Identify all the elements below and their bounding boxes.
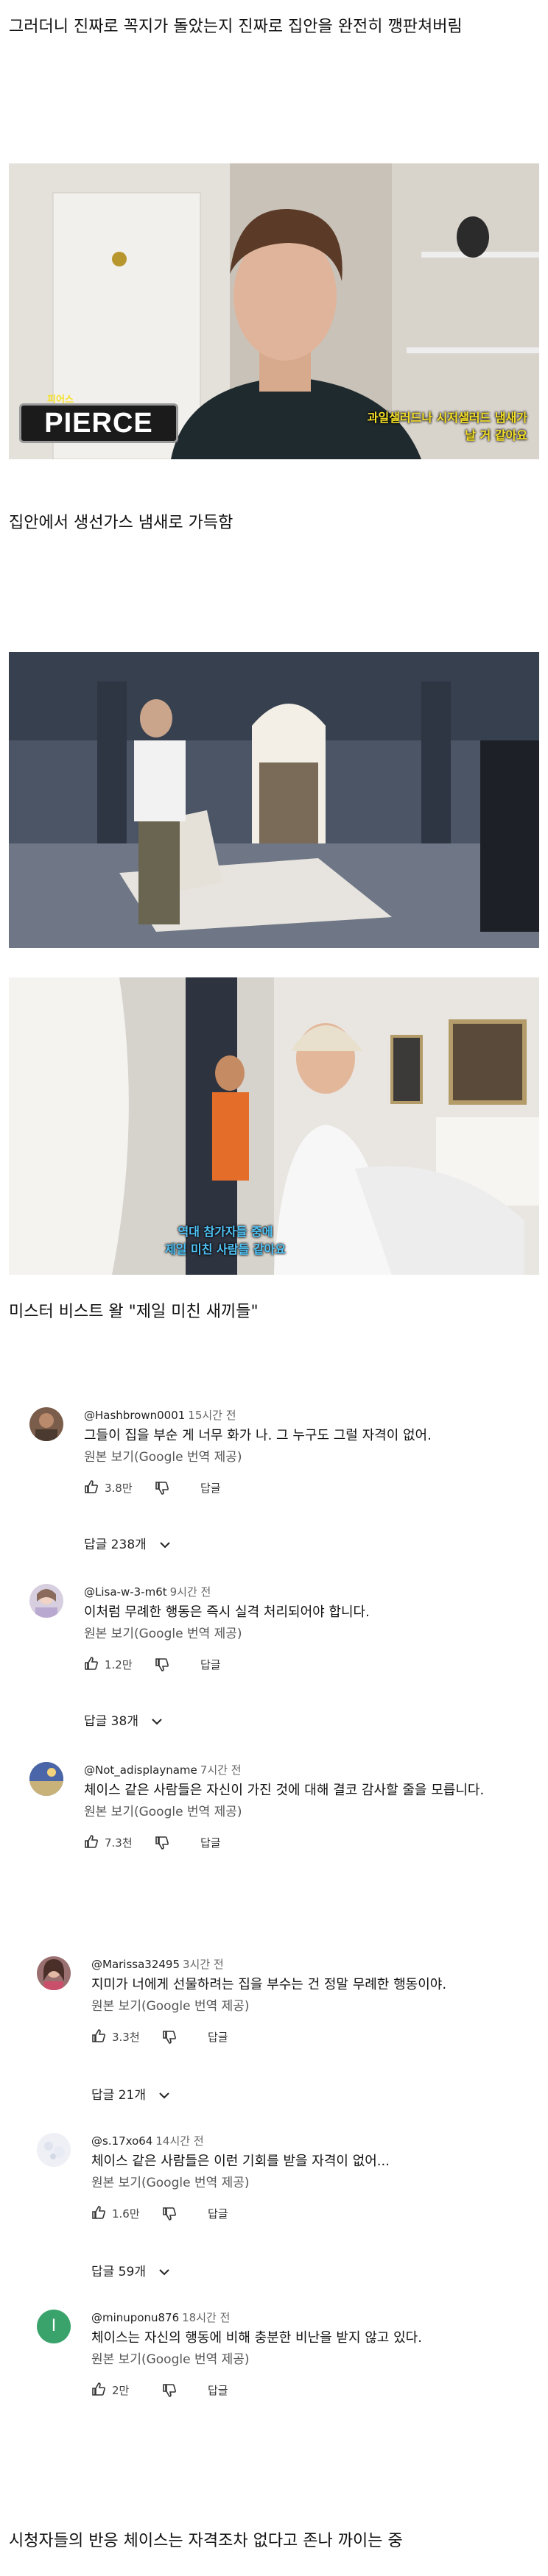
chevron-down-icon <box>160 1542 170 1549</box>
thumbs-up-icon[interactable] <box>84 1834 99 1849</box>
caption-bottom: 시청자들의 반응 체이스는 자격조차 없다고 존나 까이는 중 <box>9 2532 403 2550</box>
avatar[interactable] <box>37 2133 71 2167</box>
comment-actions: 1.2만 답글 <box>84 1650 530 1680</box>
like-count: 7.3천 <box>105 1836 133 1850</box>
replies-count: 답글 238개 <box>84 1538 147 1552</box>
chevron-down-icon <box>152 1719 163 1725</box>
view-original-link[interactable]: 원본 보기(Google 번역 제공) <box>84 1447 530 1468</box>
comment-text: 그들이 집을 부순 게 너무 화가 나. 그 누구도 그럴 자격이 없어. <box>84 1428 432 1443</box>
avatar-letter: I <box>51 2317 57 2335</box>
comment-username[interactable]: @Not_adisplayname <box>84 1763 197 1777</box>
like-count: 1.6만 <box>112 2207 140 2221</box>
thumbs-down-icon[interactable] <box>162 2030 177 2045</box>
replies-count: 답글 59개 <box>91 2265 146 2279</box>
subtitle-line2: 날 거 같아요 <box>465 428 527 442</box>
view-original-link[interactable]: 원본 보기(Google 번역 제공) <box>84 1624 530 1644</box>
thumbs-down-icon[interactable] <box>162 2383 177 2398</box>
comment-username[interactable]: @minuponu876 <box>91 2311 179 2324</box>
reply-button[interactable]: 답글 <box>200 1657 221 1672</box>
view-original-link[interactable]: 원본 보기(Google 번역 제공) <box>91 1996 523 2017</box>
caption-top: 그러더니 진짜로 꼭지가 돌았는지 진짜로 집안을 완전히 깽판쳐버림 <box>9 18 463 36</box>
subtitle-line1: 역대 참가자들 중에 <box>178 1225 273 1239</box>
comment-time: 7시간 전 <box>200 1763 242 1777</box>
comment-text: 체이스 같은 사람들은 이런 기회를 받을 자격이 없어... <box>91 2154 390 2169</box>
comment-actions: 3.3천 답글 <box>91 2023 523 2052</box>
thumbs-down-icon[interactable] <box>155 1657 169 1672</box>
comment-username[interactable]: @Lisa-w-3-m6t <box>84 1585 167 1599</box>
comment: I @minuponu876 18시간 전 체이스는 자신의 행동에 비해 충분한… <box>37 2310 523 2442</box>
subtitle-line1: 과일샐러드나 시저샐러드 냄새가 <box>367 411 527 425</box>
view-replies-button[interactable]: 답글 21개 <box>91 2084 170 2103</box>
reply-button[interactable]: 답글 <box>208 2029 228 2045</box>
comment: @Hashbrown0001 15시간 전 그들이 집을 부순 게 너무 화가 나… <box>29 1407 530 1569</box>
comment-text: 이처럼 무례한 행동은 즉시 실격 처리되어야 합니다. <box>84 1604 370 1620</box>
avatar[interactable] <box>29 1407 63 1441</box>
view-replies-button[interactable]: 답글 38개 <box>84 1710 163 1729</box>
video-frame-doorway <box>9 652 539 948</box>
comment-time: 15시간 전 <box>188 1409 236 1422</box>
view-original-link[interactable]: 원본 보기(Google 번역 제공) <box>91 2349 523 2370</box>
video-frame-pierce: 피어스 PIERCE 과일샐러드나 시저샐러드 냄새가 날 거 같아요 <box>9 163 539 459</box>
avatar[interactable] <box>29 1762 63 1796</box>
reply-button[interactable]: 답글 <box>200 1480 221 1496</box>
reply-button[interactable]: 답글 <box>208 2206 228 2221</box>
comment-username[interactable]: @Marissa32495 <box>91 1958 180 1971</box>
view-replies-button[interactable]: 답글 238개 <box>84 1534 171 1552</box>
replies-count: 답글 21개 <box>91 2088 146 2103</box>
thumbs-down-icon[interactable] <box>155 1836 169 1850</box>
comment: @Lisa-w-3-m6t 9시간 전 이처럼 무례한 행동은 즉시 실격 처리되… <box>29 1584 530 1746</box>
comment: @Not_adisplayname 7시간 전 체이스 같은 사람들은 자신이 가… <box>29 1762 530 1894</box>
name-tag: 피어스 PIERCE <box>19 394 178 443</box>
thumbs-up-icon[interactable] <box>84 1479 99 1494</box>
subtitle-photo1: 과일샐러드나 시저샐러드 냄새가 날 거 같아요 <box>368 409 527 445</box>
comment-actions: 7.3천 답글 <box>84 1828 530 1858</box>
comment-username[interactable]: @s.17xo64 <box>91 2134 152 2148</box>
chevron-down-icon <box>159 2092 170 2099</box>
comment-time: 9시간 전 <box>169 1585 211 1599</box>
comment-text: 체이스 같은 사람들은 자신이 가진 것에 대해 결코 감사할 줄을 모릅니다. <box>84 1783 485 1798</box>
thumbs-up-icon[interactable] <box>91 2382 106 2396</box>
comment-actions: 3.8만 답글 <box>84 1473 530 1503</box>
name-tag-text: PIERCE <box>19 403 178 443</box>
caption-quote: 미스터 비스트 왈 "제일 미친 새끼들" <box>9 1303 259 1321</box>
like-count: 3.3천 <box>112 2031 140 2044</box>
thumbs-up-icon[interactable] <box>84 1656 99 1671</box>
comment-actions: 1.6만 답글 <box>91 2199 523 2229</box>
comment: @s.17xo64 14시간 전 체이스 같은 사람들은 이런 기회를 받을 자격… <box>37 2133 523 2295</box>
thumbs-down-icon[interactable] <box>162 2207 177 2221</box>
comment-time: 18시간 전 <box>182 2311 231 2324</box>
chevron-down-icon <box>159 2269 170 2276</box>
comment-text: 지미가 너에게 선물하려는 집을 부수는 건 정말 무례한 행동이야. <box>91 1977 447 1992</box>
comment: @Marissa32495 3시간 전 지미가 너에게 선물하려는 집을 부수는 … <box>37 1956 523 2118</box>
comment-time: 3시간 전 <box>183 1958 224 1971</box>
reply-button[interactable]: 답글 <box>208 2382 228 2398</box>
view-replies-button[interactable]: 답글 59개 <box>91 2261 170 2279</box>
view-original-link[interactable]: 원본 보기(Google 번역 제공) <box>91 2173 523 2193</box>
subtitle-photo3: 역대 참가자들 중에 제일 미친 사람들 같아요 <box>165 1223 286 1259</box>
comment-time: 14시간 전 <box>155 2134 204 2148</box>
view-original-link[interactable]: 원본 보기(Google 번역 제공) <box>84 1802 530 1822</box>
avatar[interactable]: I <box>37 2310 71 2343</box>
comment-username[interactable]: @Hashbrown0001 <box>84 1409 185 1422</box>
comment-text: 체이스는 자신의 행동에 비해 충분한 비난을 받지 않고 있다. <box>91 2330 422 2346</box>
like-count: 1.2만 <box>105 1658 133 1671</box>
thumbs-down-icon[interactable] <box>155 1481 169 1496</box>
video-frame-mrbeast: 역대 참가자들 중에 제일 미친 사람들 같아요 <box>9 977 539 1275</box>
like-count: 3.8만 <box>105 1482 133 1495</box>
like-count: 2만 <box>112 2384 130 2397</box>
thumbs-up-icon[interactable] <box>91 2028 106 2043</box>
replies-count: 답글 38개 <box>84 1714 138 1729</box>
reply-button[interactable]: 답글 <box>200 1835 221 1850</box>
thumbs-up-icon[interactable] <box>91 2205 106 2220</box>
comment-actions: 2만 답글 <box>91 2376 523 2405</box>
caption-middle: 집안에서 생선가스 냄새로 가득함 <box>9 514 233 532</box>
avatar[interactable] <box>29 1584 63 1618</box>
avatar[interactable] <box>37 1956 71 1990</box>
subtitle-line2: 제일 미친 사람들 같아요 <box>165 1242 286 1256</box>
